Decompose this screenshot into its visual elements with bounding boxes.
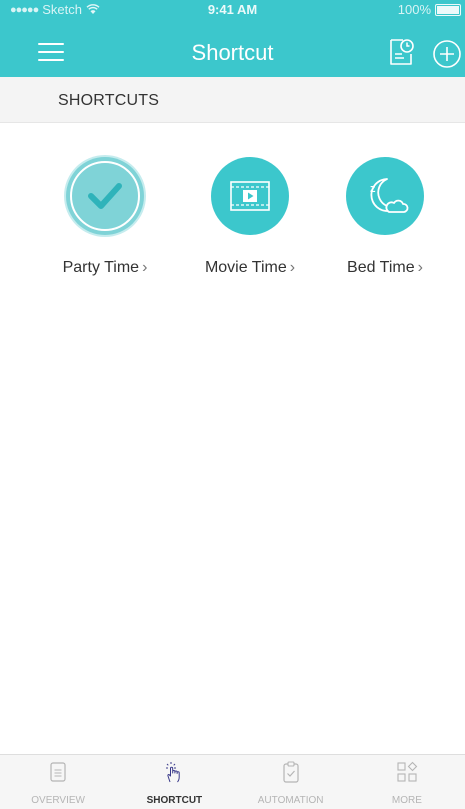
section-header: SHORTCUTS xyxy=(0,77,465,123)
add-circle-icon xyxy=(433,40,461,68)
tab-label: MORE xyxy=(391,795,422,806)
add-shortcut-button[interactable] xyxy=(432,39,462,69)
chevron-right-icon: › xyxy=(417,259,423,276)
shortcut-icon-circle xyxy=(211,157,289,235)
log-button[interactable] xyxy=(388,36,414,68)
status-bar: ●●●●● Sketch 9:41 AM 100% xyxy=(0,0,465,20)
shortcut-icon-circle: z xyxy=(346,157,424,235)
tab-label: SHORTCUT xyxy=(146,795,203,806)
shortcut-party-time[interactable]: Party Time › xyxy=(30,157,180,277)
shortcut-movie-time[interactable]: Movie Time › xyxy=(175,157,325,277)
tab-label: AUTOMATION xyxy=(257,795,324,806)
chevron-right-icon: › xyxy=(142,259,148,276)
shortcut-label: Movie Time › xyxy=(175,259,325,277)
status-time: 9:41 AM xyxy=(207,2,258,17)
shortcut-label: Party Time › xyxy=(30,259,180,277)
chevron-right-icon: › xyxy=(289,259,296,276)
tab-more[interactable]: MORE xyxy=(349,755,465,809)
shortcut-bed-time[interactable]: z Bed Time › xyxy=(310,157,460,277)
clipboard-check-icon xyxy=(283,761,299,783)
nav-bar: Shortcut xyxy=(0,30,465,76)
battery-percent: 100% xyxy=(397,2,431,17)
tab-shortcut[interactable]: SHORTCUT xyxy=(116,755,232,809)
battery-status: 100% xyxy=(398,2,461,17)
shortcut-label: Bed Time › xyxy=(310,259,460,277)
tab-overview[interactable]: OVERVIEW xyxy=(0,755,116,809)
shortcut-icon-ring xyxy=(70,161,140,231)
tab-label: OVERVIEW xyxy=(31,795,85,806)
section-title: SHORTCUTS xyxy=(58,92,160,109)
top-bar: ●●●●● Sketch 9:41 AM 100% Shortcut xyxy=(0,0,465,77)
log-document-icon xyxy=(390,39,414,65)
tap-hand-icon xyxy=(166,762,181,783)
moon-cloud-sleep-icon: z xyxy=(370,178,409,213)
list-doc-icon xyxy=(50,762,66,782)
tab-bar: OVERVIEW SHORTCUT AUTOMATION MORE xyxy=(0,754,465,809)
shortcut-name: Movie Time xyxy=(204,259,287,276)
grid-more-icon xyxy=(397,761,418,782)
film-play-icon xyxy=(230,181,270,211)
shortcut-name: Party Time xyxy=(62,259,140,276)
tab-automation[interactable]: AUTOMATION xyxy=(233,755,349,809)
shortcut-icon-circle xyxy=(66,157,144,235)
checkmark-icon xyxy=(88,183,122,209)
battery-icon xyxy=(435,3,461,16)
shortcut-name: Bed Time xyxy=(347,259,415,276)
